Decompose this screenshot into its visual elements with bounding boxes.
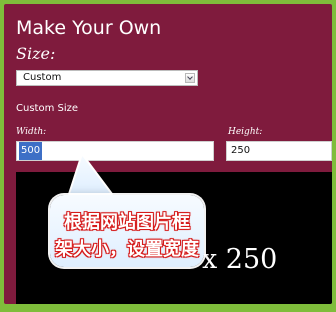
size-label: Size: xyxy=(16,44,56,63)
custom-size-panel: Make Your Own Size: Custom Custom Size W… xyxy=(4,4,332,304)
custom-size-label: Custom Size xyxy=(16,103,79,114)
preview-dimensions-text: x 250 xyxy=(202,244,278,275)
chevron-down-icon[interactable] xyxy=(185,73,195,83)
height-input[interactable]: 250 xyxy=(226,141,332,161)
page-title: Make Your Own xyxy=(16,17,162,39)
height-label: Height: xyxy=(228,127,263,137)
size-select-value: Custom xyxy=(23,72,62,83)
size-select[interactable]: Custom xyxy=(16,70,198,86)
width-input-value: 500 xyxy=(19,142,43,160)
width-label: Width: xyxy=(16,127,47,137)
preview-canvas: x 250 xyxy=(16,172,332,304)
width-input[interactable]: 500 xyxy=(16,141,214,161)
height-input-value: 250 xyxy=(231,145,251,156)
